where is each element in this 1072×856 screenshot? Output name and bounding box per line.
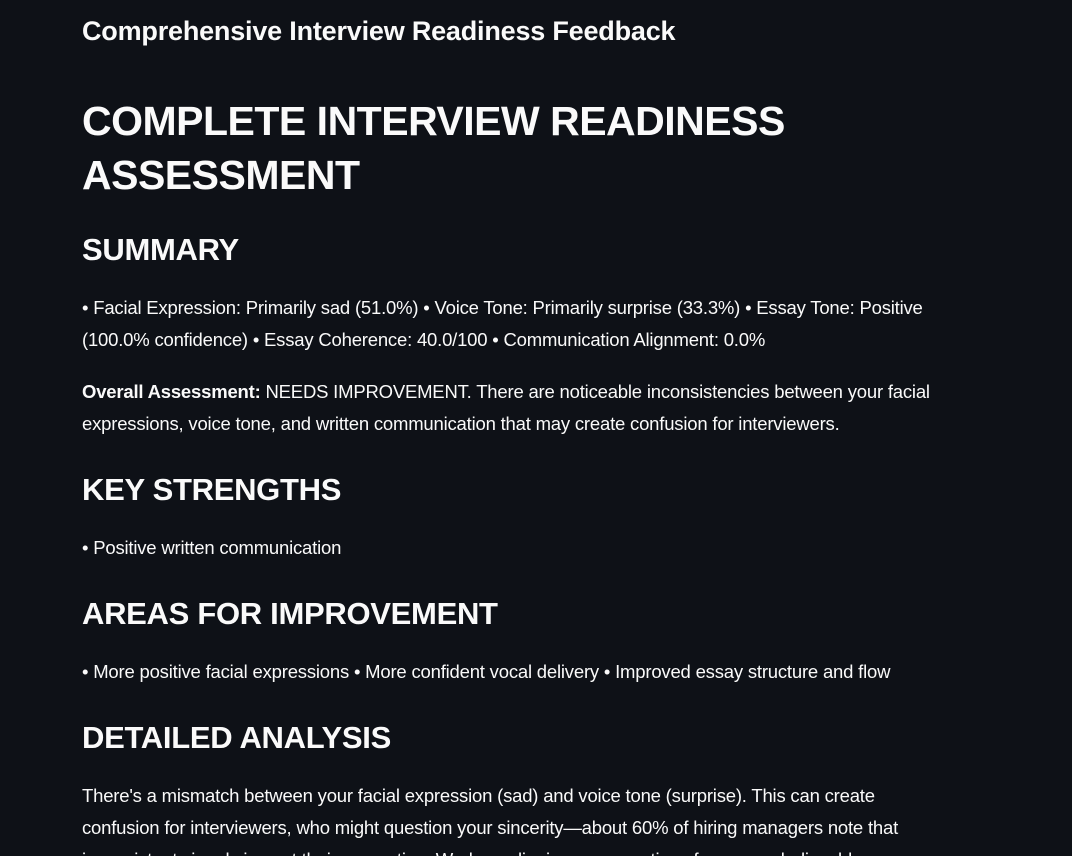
- analysis-heading: DETAILED ANALYSIS: [82, 720, 391, 755]
- summary-heading: SUMMARY: [82, 232, 239, 267]
- strengths-heading: KEY STRENGTHS: [82, 472, 342, 507]
- page-title: Comprehensive Interview Readiness Feedba…: [82, 16, 676, 46]
- improvement-list: • More positive facial expressions • Mor…: [82, 661, 891, 682]
- strengths-list: • Positive written communication: [82, 537, 342, 558]
- overall-assessment-label: Overall Assessment:: [82, 381, 261, 402]
- analysis-text: There's a mismatch between your facial e…: [82, 785, 899, 856]
- summary-metrics: • Facial Expression: Primarily sad (51.0…: [82, 297, 923, 350]
- report-title: COMPLETE INTERVIEW READINESS ASSESSMENT: [82, 98, 785, 198]
- report-page: Comprehensive Interview Readiness Feedba…: [0, 0, 1072, 856]
- overall-assessment: Overall Assessment: NEEDS IMPROVEMENT. T…: [82, 376, 952, 440]
- improvement-heading: AREAS FOR IMPROVEMENT: [82, 596, 498, 631]
